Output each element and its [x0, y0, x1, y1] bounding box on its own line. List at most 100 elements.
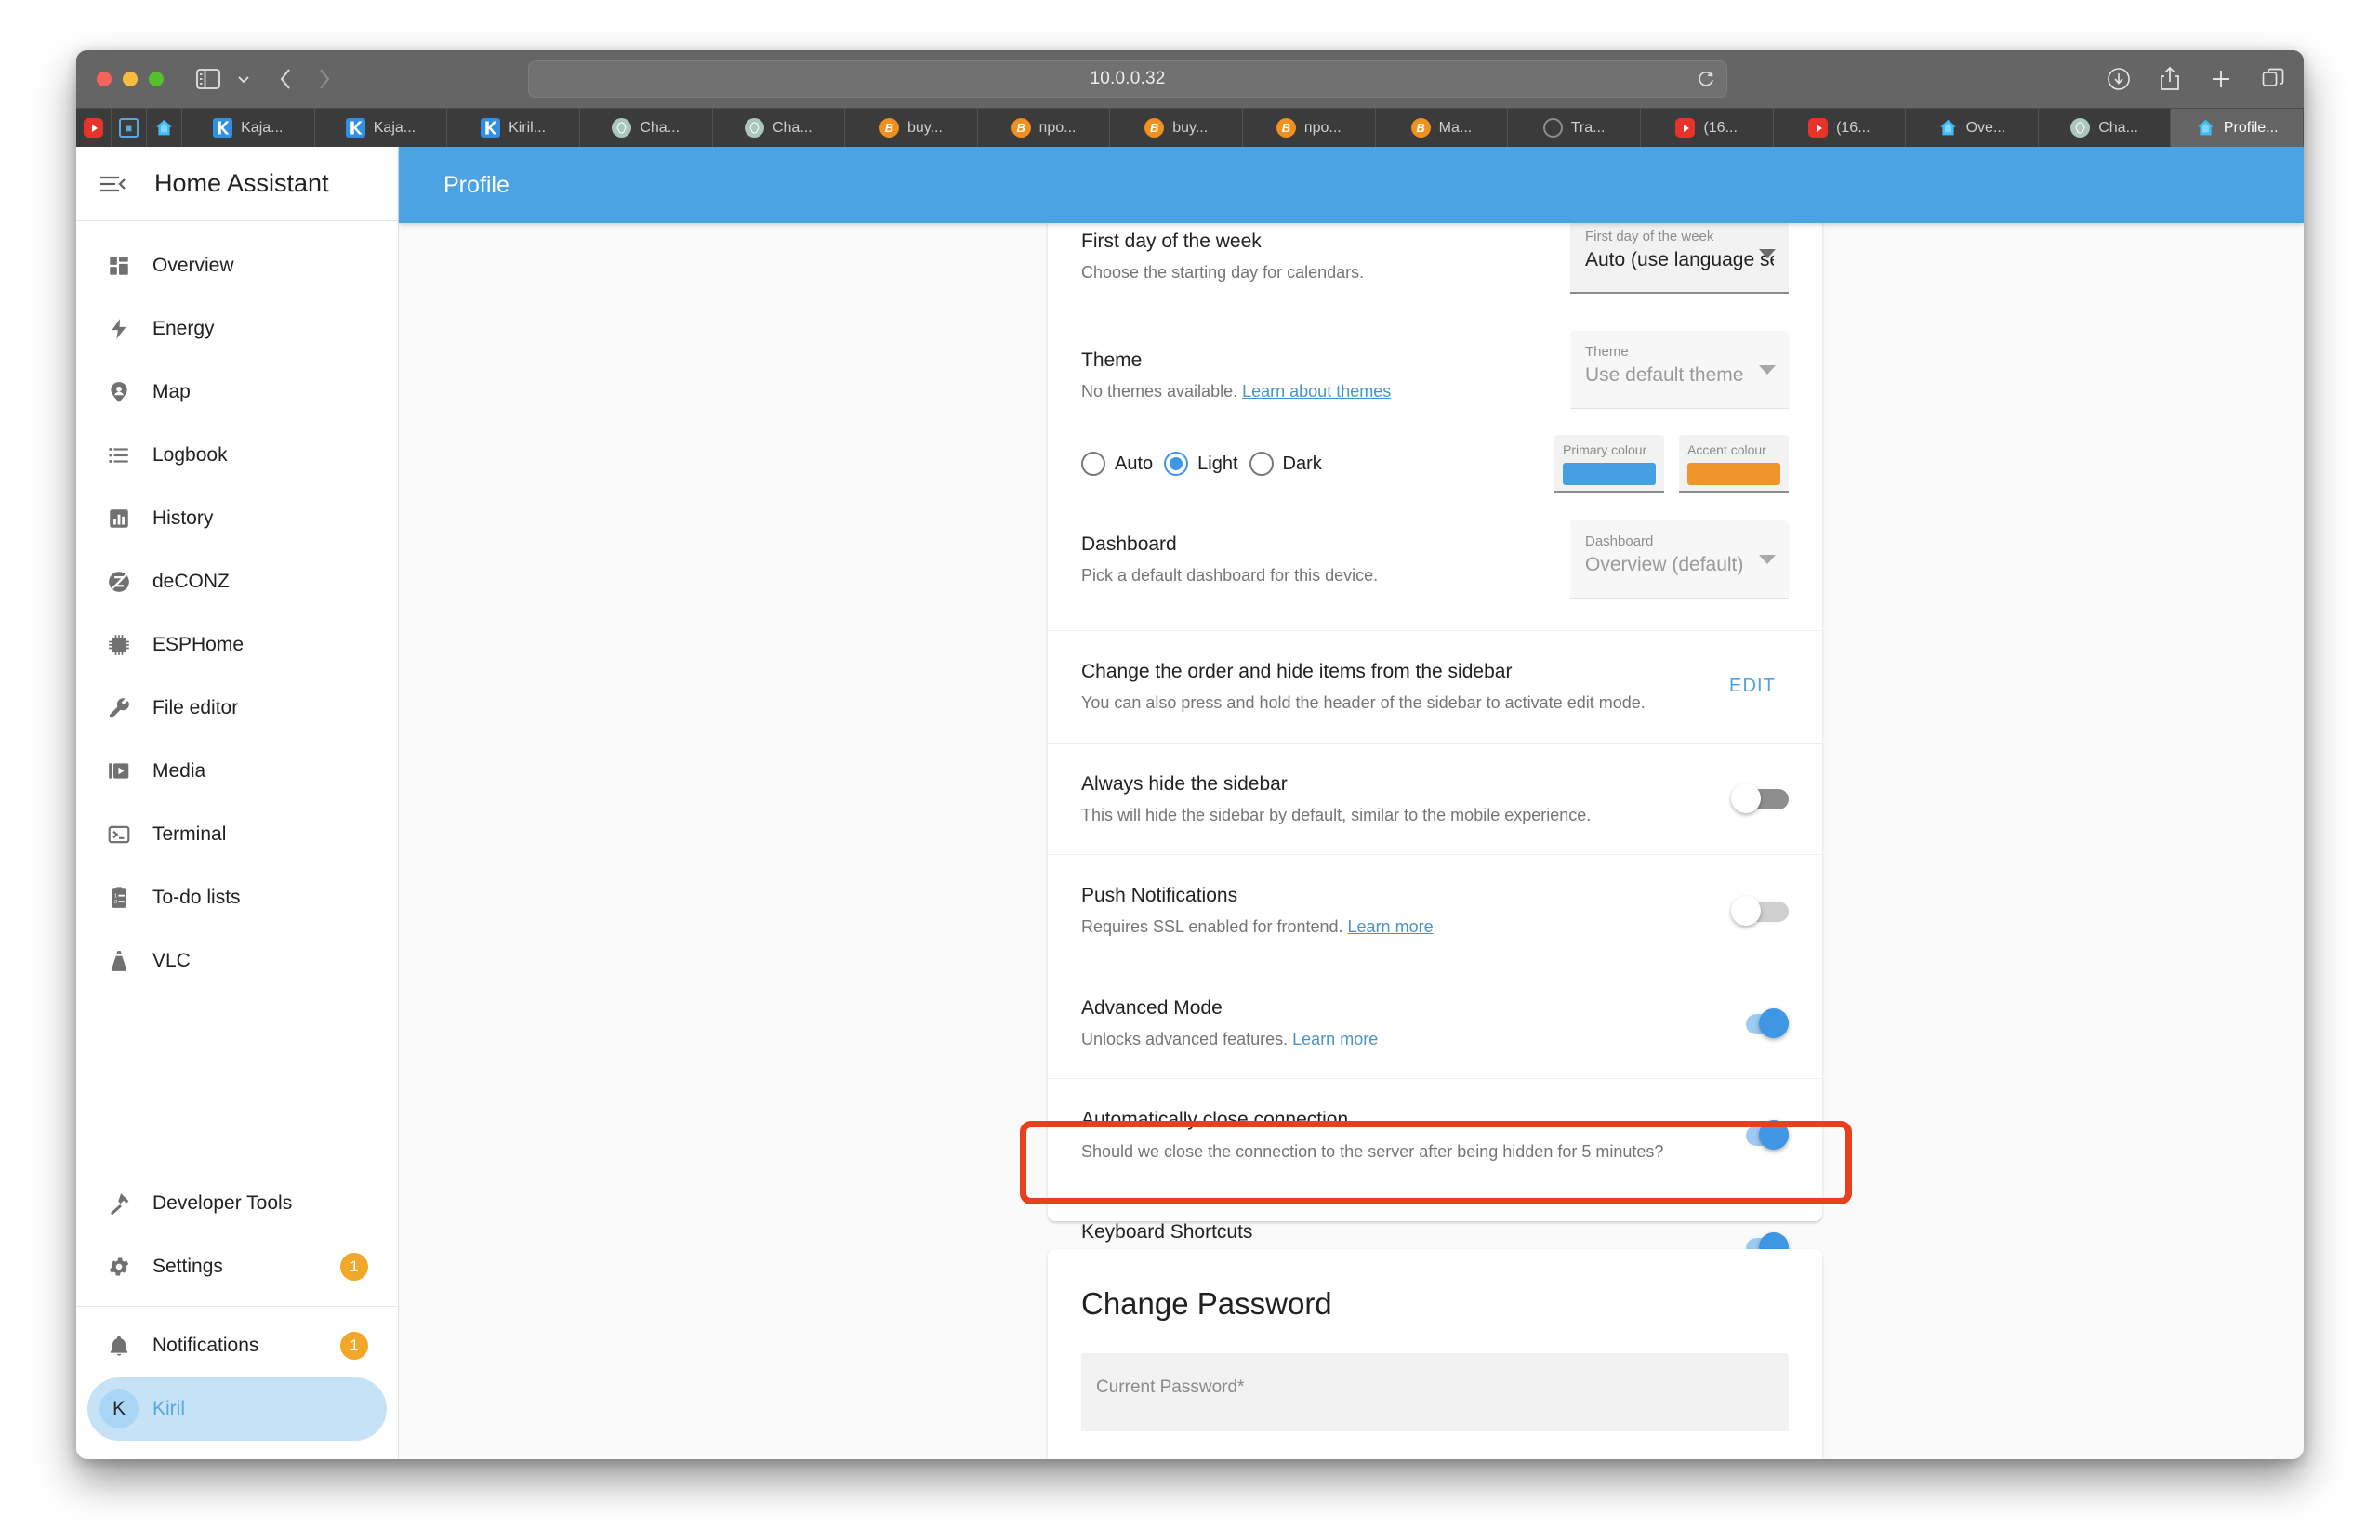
tab-label: Cha... [773, 120, 813, 137]
sidebar-nav-list: OverviewEnergyMapLogbookHistory deCONZ ESP… [76, 221, 398, 1172]
setting-title: Change the order and hide items from the… [1081, 659, 1698, 684]
tab-label: Ma... [1439, 120, 1473, 137]
home-assistant-icon [2196, 118, 2215, 138]
browser-tab[interactable] [147, 109, 182, 147]
sidebar-item-terminal[interactable]: Terminal [87, 803, 387, 866]
setting-title: Theme [1081, 348, 1552, 373]
sidebar-header[interactable]: Home Assistant [76, 147, 398, 221]
browser-tab[interactable]: Cha... [580, 109, 713, 147]
select-label: First day of the week [1585, 229, 1774, 245]
browser-tab[interactable]: Cha... [2039, 109, 2172, 147]
sidebar-item-esphome[interactable]: ESPHome [87, 613, 387, 677]
learn-about-themes-link[interactable]: Learn about themes [1242, 382, 1391, 401]
browser-tab[interactable]: BMa... [1376, 109, 1509, 147]
kaja-icon [481, 118, 500, 138]
dashboard-select[interactable]: Dashboard Overview (default) [1570, 520, 1789, 599]
tab-label: Profile... [2224, 120, 2279, 137]
current-password-field[interactable]: Current Password* [1081, 1353, 1789, 1431]
sidebar-item-label: VLC [152, 950, 376, 972]
sidebar-item-vlc[interactable]: VLC [87, 929, 387, 993]
setting-row-advanced-mode: Advanced Mode Unlocks advanced features.… [1048, 967, 1822, 1079]
primary-colour-picker[interactable]: Primary colour [1554, 435, 1664, 493]
tab-label: Kaja... [374, 120, 416, 137]
sidebar-item-user[interactable]: K Kiril [87, 1377, 387, 1441]
reload-icon[interactable] [1696, 69, 1716, 89]
browser-tab[interactable]: Cha... [713, 109, 846, 147]
maximize-window-button[interactable] [149, 72, 164, 86]
primary-colour-swatch [1563, 463, 1656, 485]
profile-settings-card: First day of the week Choose the startin… [1048, 223, 1822, 1221]
theme-mode-radio-light[interactable]: Light [1164, 452, 1237, 476]
sidebar-item-file-editor[interactable]: File editor [87, 677, 387, 740]
theme-select[interactable]: Theme Use default theme [1570, 331, 1789, 409]
share-icon[interactable] [2159, 66, 2181, 92]
always-hide-sidebar-toggle[interactable] [1731, 783, 1789, 813]
sidebar-item-overview[interactable]: Overview [87, 234, 387, 297]
bitcoin-icon: B [1276, 118, 1296, 138]
browser-tab[interactable]: Bbuy... [1110, 109, 1243, 147]
browser-tab[interactable] [76, 109, 112, 147]
browser-tab[interactable]: (16... [1641, 109, 1774, 147]
browser-window: 10.0.0.32 [76, 50, 2304, 1459]
browser-tab[interactable]: ■ [112, 109, 147, 147]
browser-tab-active[interactable]: Profile... [2171, 109, 2304, 147]
sidebar-item-deconz[interactable]: deCONZ [87, 550, 387, 613]
gear-icon [99, 1255, 139, 1279]
sidebar-item-map[interactable]: Map [87, 361, 387, 424]
tab-overview-icon[interactable] [2261, 67, 2285, 91]
menu-collapse-icon[interactable] [99, 173, 143, 195]
setting-title: Keyboard Shortcuts [1081, 1219, 1712, 1244]
sidebar-item-label: Settings [152, 1256, 340, 1278]
chevron-down-icon[interactable] [231, 50, 257, 108]
learn-more-link[interactable]: Learn more [1348, 917, 1434, 936]
box-icon: ■ [119, 118, 139, 138]
browser-tab[interactable]: Bbuy... [845, 109, 978, 147]
theme-mode-radio-dark[interactable]: Dark [1250, 452, 1322, 476]
setting-title: Always hide the sidebar [1081, 771, 1712, 796]
accent-colour-picker[interactable]: Accent colour [1679, 435, 1789, 493]
setting-subtitle: Requires SSL enabled for frontend. [1081, 917, 1343, 936]
advanced-mode-toggle[interactable] [1731, 1008, 1789, 1038]
browser-tab[interactable]: Kaja... [182, 109, 315, 147]
setting-row-auto-close-connection: Automatically close connection Should we… [1048, 1079, 1822, 1191]
browser-tab[interactable]: Ove... [1906, 109, 2039, 147]
download-icon[interactable] [2107, 67, 2131, 91]
sidebar-item-label: deCONZ [152, 571, 376, 593]
minimize-window-button[interactable] [123, 72, 138, 86]
content-scroll-area[interactable]: First day of the week Choose the startin… [399, 223, 2304, 1459]
browser-tab[interactable]: Bпро... [978, 109, 1111, 147]
sidebar-item-logbook[interactable]: Logbook [87, 424, 387, 487]
browser-tab[interactable]: Tra... [1508, 109, 1641, 147]
sidebar-item-media[interactable]: Media [87, 740, 387, 803]
sidebar-item-label: File editor [152, 697, 376, 719]
radio-circle-icon [1081, 452, 1105, 476]
bell-icon [99, 1334, 139, 1358]
auto-close-connection-toggle[interactable] [1731, 1120, 1789, 1150]
sidebar-toggle-icon[interactable] [190, 50, 227, 108]
browser-tab[interactable]: Bпро... [1243, 109, 1376, 147]
browser-tab[interactable]: Kiril... [447, 109, 580, 147]
plus-icon[interactable] [2209, 67, 2233, 91]
learn-more-link[interactable]: Learn more [1292, 1030, 1378, 1048]
radio-circle-icon [1250, 452, 1274, 476]
close-window-button[interactable] [97, 72, 112, 86]
browser-tab[interactable]: (16... [1774, 109, 1907, 147]
sidebar-item-energy[interactable]: Energy [87, 297, 387, 361]
radio-label: Dark [1283, 454, 1322, 475]
tab-label: (16... [1703, 120, 1737, 137]
chevron-right-icon[interactable] [307, 50, 340, 108]
browser-tab[interactable]: Kaja... [315, 109, 448, 147]
tab-label: Ove... [1966, 120, 2006, 137]
setting-subtitle: Should we close the connection to the se… [1081, 1140, 1712, 1163]
url-bar[interactable]: 10.0.0.32 [528, 60, 1727, 98]
sidebar-item-notifications[interactable]: Notifications1 [87, 1314, 387, 1377]
sidebar-item-to-do-lists[interactable]: 12To-do lists [87, 866, 387, 929]
chevron-left-icon[interactable] [270, 50, 303, 108]
sidebar-item-settings[interactable]: Settings1 [87, 1235, 387, 1298]
theme-mode-radio-auto[interactable]: Auto [1081, 452, 1153, 476]
sidebar-item-history[interactable]: History [87, 487, 387, 550]
sidebar-item-developer-tools[interactable]: Developer Tools [87, 1172, 387, 1235]
push-notifications-toggle[interactable] [1731, 896, 1789, 926]
first-day-select[interactable]: First day of the week Auto (use language… [1570, 223, 1789, 294]
edit-sidebar-button[interactable]: EDIT [1716, 666, 1789, 706]
